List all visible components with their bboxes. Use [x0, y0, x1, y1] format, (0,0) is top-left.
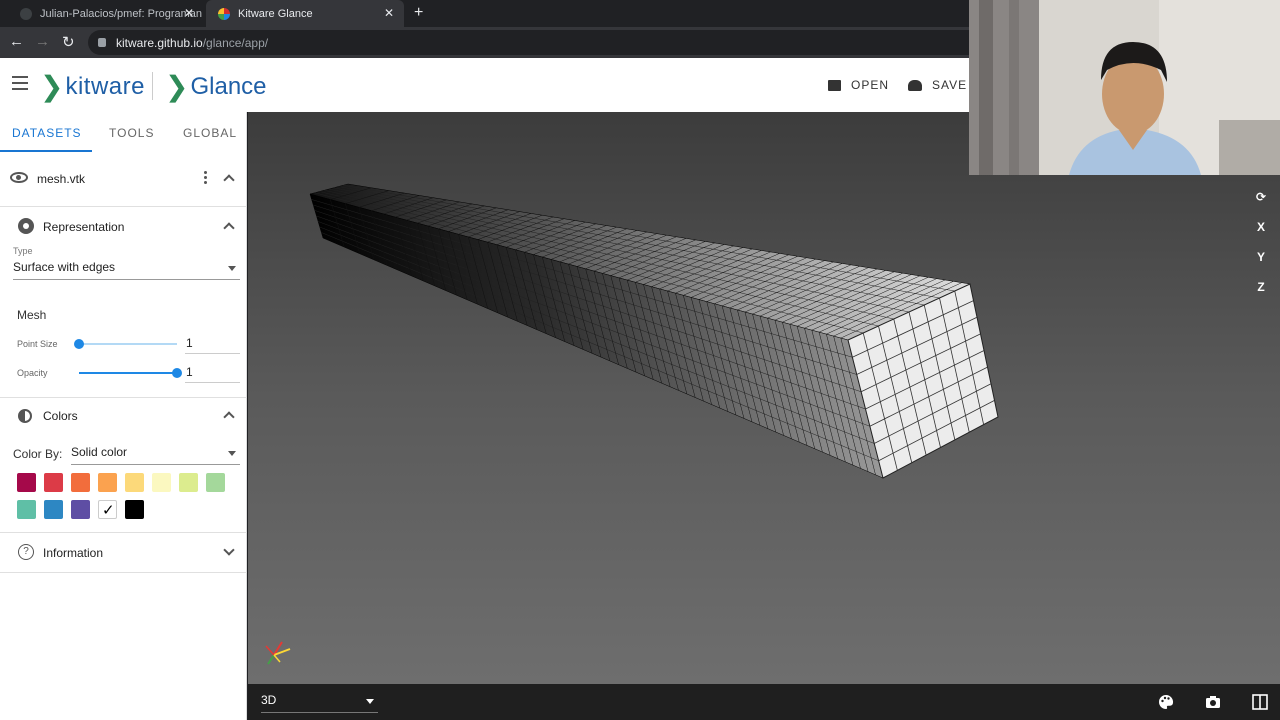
divider [0, 397, 247, 398]
logo-divider [152, 72, 153, 100]
glance-wordmark: Glance [190, 72, 267, 100]
open-button[interactable]: OPEN [828, 78, 889, 92]
color-swatch[interactable] [17, 500, 36, 519]
screenshot-camera-icon[interactable] [1205, 694, 1221, 710]
chevron-up-icon[interactable] [223, 411, 235, 423]
webcam-overlay-image [969, 0, 1280, 175]
kitware-chevron-icon: ❯ [40, 71, 64, 102]
tab-global[interactable]: GLOBAL [183, 126, 237, 140]
representation-title: Representation [43, 220, 125, 234]
more-vert-icon[interactable] [204, 171, 208, 185]
orientation-axes-triad [265, 641, 291, 665]
browser-tab-github[interactable]: Julian-Palacios/pmef: Programan ✕ [8, 0, 204, 27]
dropdown-arrow-icon [228, 451, 236, 456]
axis-z-button[interactable]: Z [1248, 272, 1274, 302]
opacity-field[interactable]: 1 [185, 365, 240, 383]
chevron-up-icon[interactable] [223, 174, 235, 186]
opacity-slider-thumb[interactable] [172, 368, 182, 378]
active-tab-indicator [0, 150, 92, 152]
dropdown-arrow-icon [366, 699, 374, 704]
tab-datasets[interactable]: DATASETS [12, 126, 82, 140]
glance-logo: ❯ Glance [165, 70, 267, 103]
point-size-slider-thumb[interactable] [74, 339, 84, 349]
color-swatch[interactable] [125, 500, 144, 519]
opacity-slider[interactable] [79, 368, 182, 378]
dropdown-arrow-icon [228, 266, 236, 271]
color-by-value: Solid color [71, 445, 128, 459]
tab-title: Julian-Palacios/pmef: Programan [40, 7, 203, 20]
kitware-logo: ❯ kitware [40, 70, 145, 103]
hamburger-menu-icon[interactable] [12, 76, 28, 90]
dataset-name: mesh.vtk [37, 172, 86, 186]
tab-tools[interactable]: TOOLS [109, 126, 154, 140]
kitware-wordmark: kitware [65, 72, 145, 100]
visibility-eye-icon[interactable] [10, 172, 28, 183]
divider [0, 206, 247, 207]
color-swatch[interactable] [125, 473, 144, 492]
information-title: Information [43, 546, 104, 560]
glance-favicon-icon [218, 7, 230, 20]
color-swatch[interactable]: ✓ [98, 500, 117, 519]
view-tools: ⟳ X Y Z [1248, 182, 1274, 302]
split-view-icon[interactable] [1252, 694, 1268, 710]
close-tab-icon[interactable]: ✕ [384, 6, 394, 20]
color-swatch[interactable] [71, 500, 90, 519]
point-size-label: Point Size [17, 339, 58, 349]
axis-x-button[interactable]: X [1248, 212, 1274, 242]
render-viewport[interactable]: ⟳ X Y Z [248, 112, 1280, 684]
colors-title: Colors [43, 409, 78, 423]
help-circle-icon: ? [18, 544, 34, 560]
color-swatch[interactable] [206, 473, 225, 492]
point-size-slider[interactable] [74, 339, 177, 349]
color-swatch[interactable] [98, 473, 117, 492]
view-mode-value: 3D [261, 693, 277, 707]
browser-tab-glance[interactable]: Kitware Glance ✕ [206, 0, 404, 27]
close-tab-icon[interactable]: ✕ [184, 6, 194, 20]
open-label: OPEN [851, 78, 890, 92]
reload-icon[interactable]: ↻ [62, 33, 75, 51]
tab-title: Kitware Glance [238, 7, 313, 20]
chevron-down-icon[interactable] [223, 544, 235, 556]
url-host: kitware.github.io [116, 35, 203, 50]
representation-settings-icon [18, 218, 34, 234]
chevron-up-icon[interactable] [223, 222, 235, 234]
lock-icon [98, 38, 106, 47]
github-favicon-icon [20, 7, 32, 20]
divider [0, 532, 247, 533]
point-size-field[interactable]: 1 [185, 336, 240, 354]
divider [0, 572, 247, 573]
sidebar-tabs: DATASETS TOOLS GLOBAL [0, 112, 247, 153]
url-path: /glance/app/ [202, 35, 269, 50]
color-swatch[interactable] [179, 473, 198, 492]
new-tab-plus-icon[interactable]: + [414, 4, 423, 22]
checkmark-icon: ✓ [102, 502, 115, 519]
forward-arrow-icon[interactable]: → [35, 33, 50, 50]
cloud-upload-icon [908, 79, 922, 91]
color-swatch[interactable] [17, 473, 36, 492]
view-bottom-bar: 3D [248, 684, 1280, 720]
back-arrow-icon[interactable]: ← [9, 33, 24, 50]
color-swatch[interactable] [44, 473, 63, 492]
color-by-select[interactable]: Solid color [71, 445, 240, 465]
color-by-label: Color By: [13, 447, 63, 461]
opacity-label: Opacity [17, 368, 48, 378]
color-swatch[interactable] [71, 473, 90, 492]
colors-contrast-icon [18, 409, 32, 423]
glance-chevron-icon: ❯ [165, 71, 189, 102]
dataset-row[interactable]: mesh.vtk [0, 164, 247, 196]
reset-camera-icon[interactable]: ⟳ [1248, 182, 1274, 212]
view-mode-select[interactable]: 3D [261, 693, 378, 713]
mesh-label: Mesh [17, 308, 47, 322]
color-swatch[interactable] [152, 473, 171, 492]
type-label: Type [13, 246, 33, 256]
mesh-render [265, 183, 999, 665]
sidebar: DATASETS TOOLS GLOBAL mesh.vtk Represent… [0, 112, 247, 720]
representation-type-select[interactable]: Surface with edges [13, 260, 240, 280]
type-value: Surface with edges [13, 260, 116, 274]
palette-icon[interactable] [1158, 694, 1174, 710]
color-swatch[interactable] [44, 500, 63, 519]
axis-y-button[interactable]: Y [1248, 242, 1274, 272]
folder-icon [828, 79, 841, 91]
